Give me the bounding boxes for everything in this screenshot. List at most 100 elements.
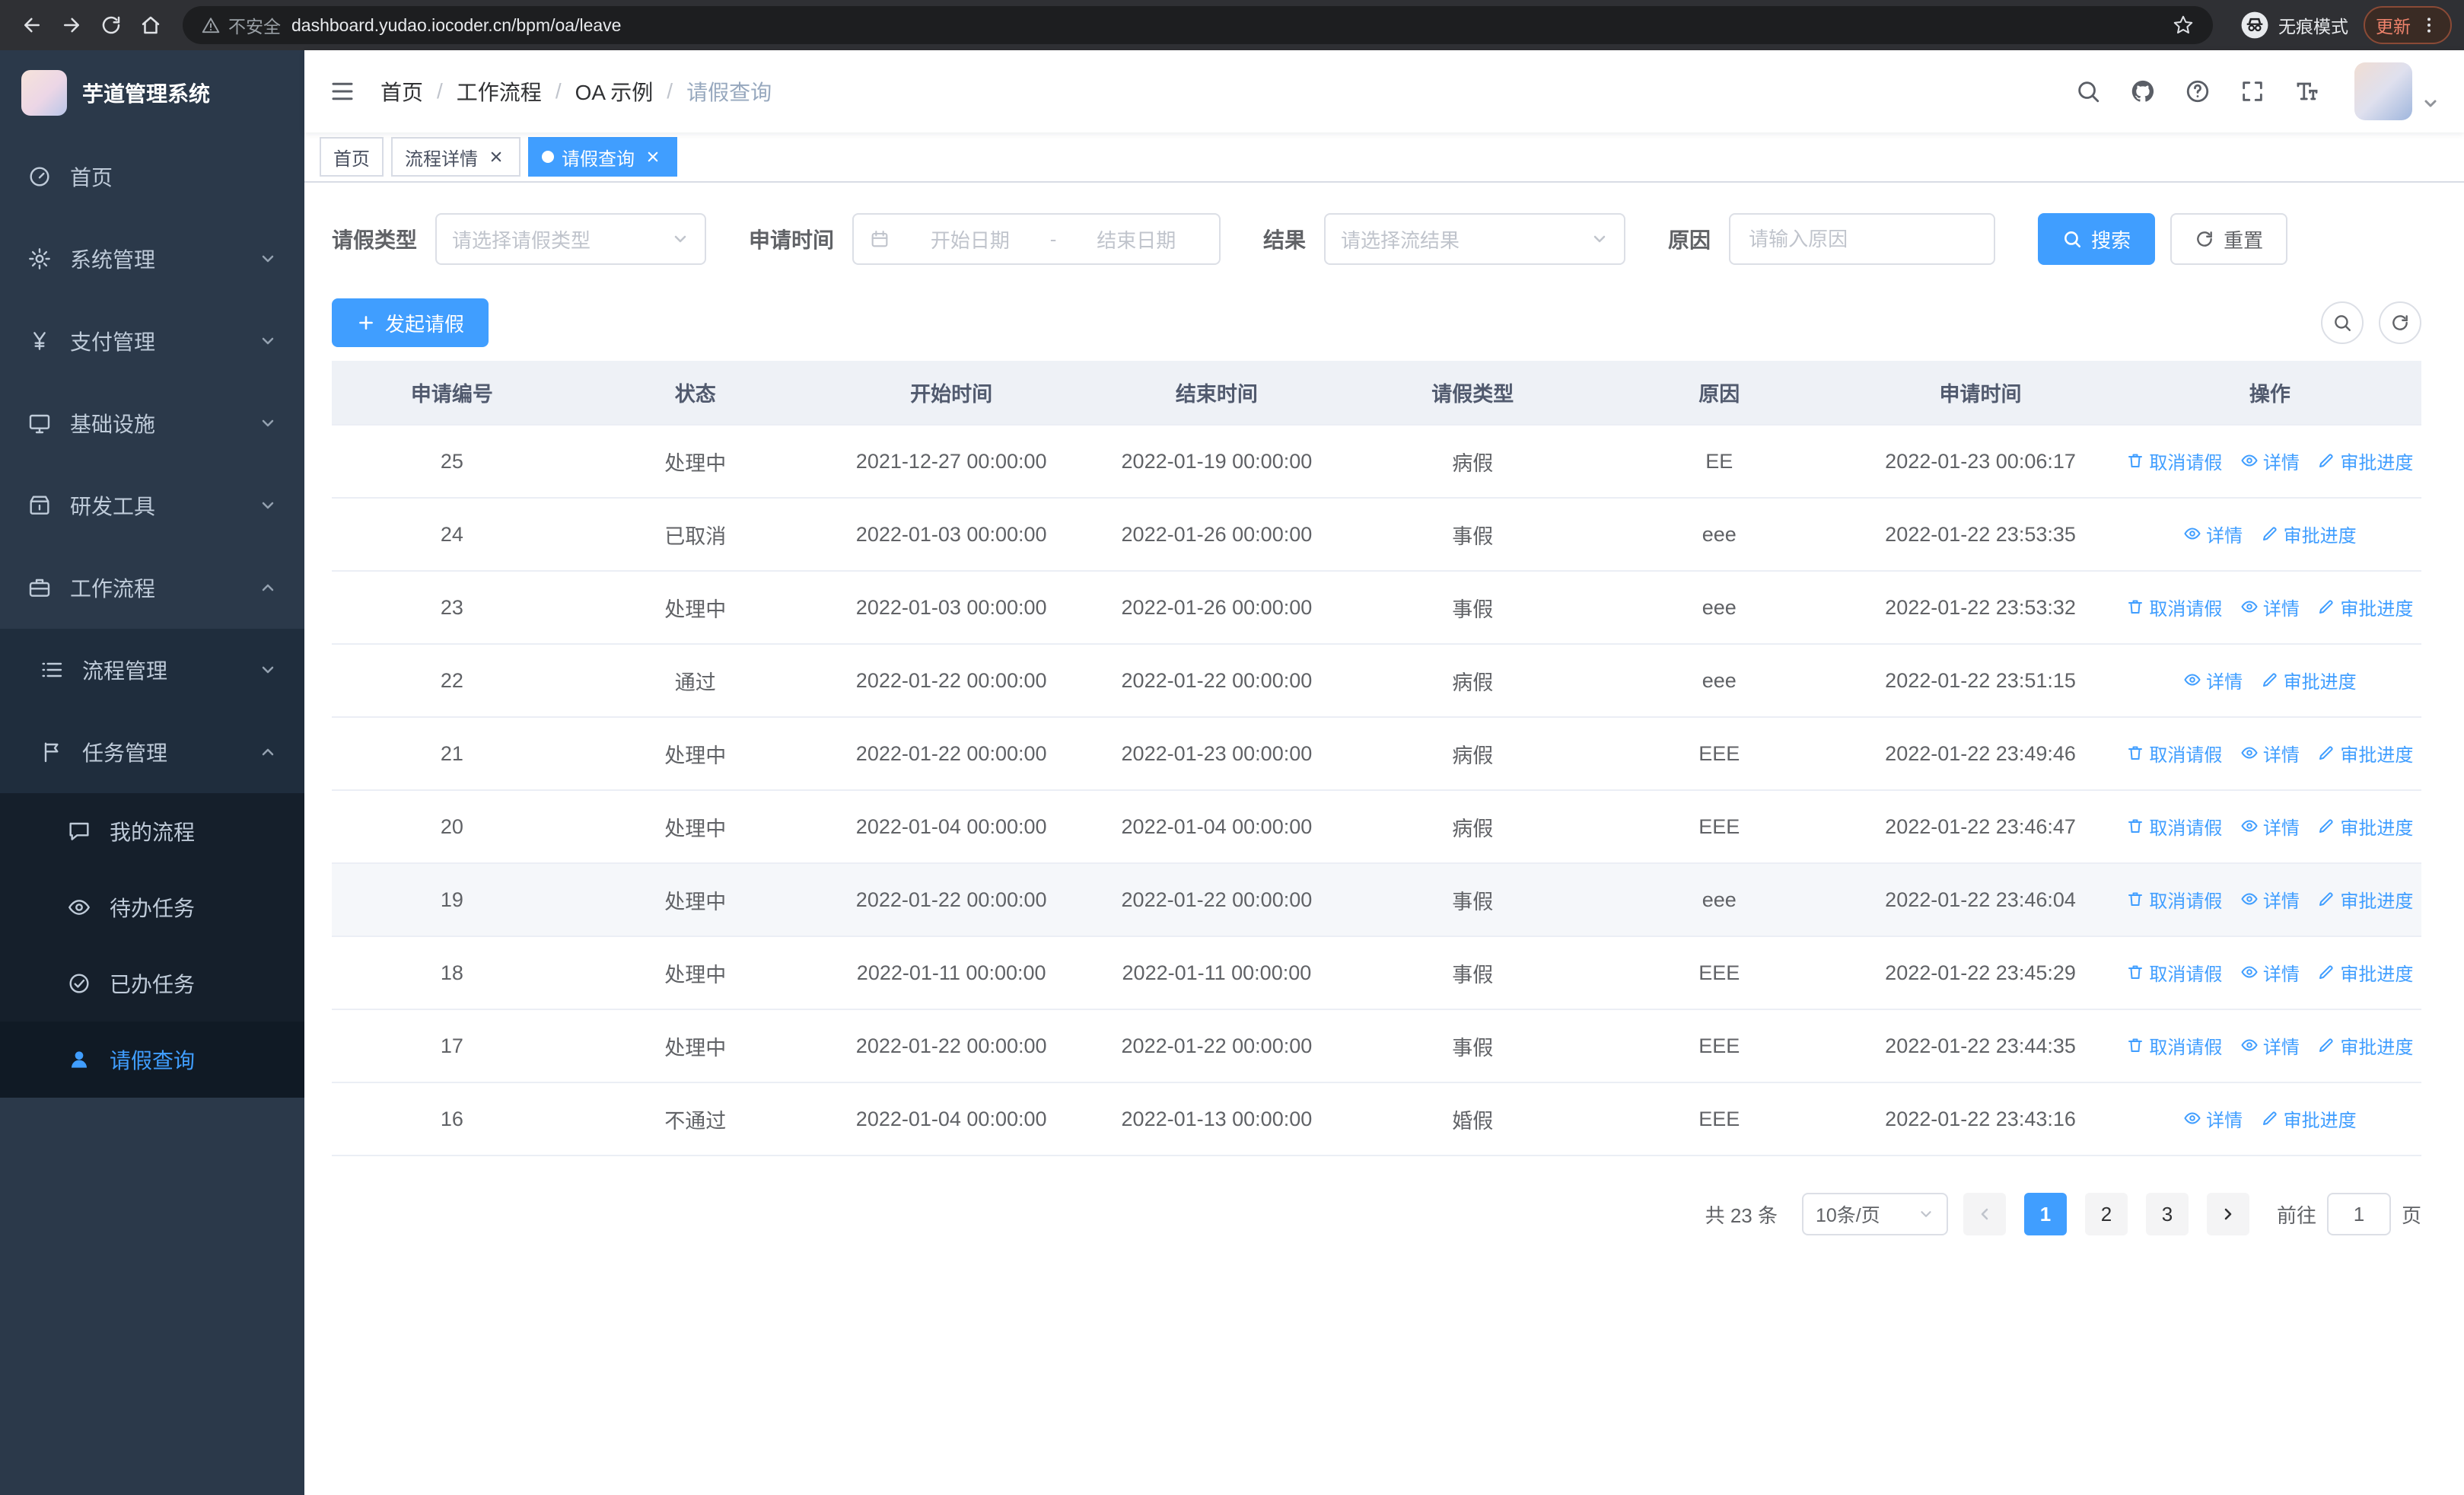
- sidebar-item-done-tasks[interactable]: 已办任务: [0, 945, 304, 1022]
- approval-progress-link[interactable]: 审批进度: [2261, 521, 2357, 547]
- app-logo[interactable]: 芋道管理系统: [0, 50, 304, 135]
- sidebar-item-devtools[interactable]: 研发工具: [0, 464, 304, 547]
- cell-status: 处理中: [571, 863, 819, 937]
- table-toolbar: 发起请假: [332, 298, 2421, 347]
- detail-link[interactable]: 详情: [2240, 886, 2300, 913]
- security-badge[interactable]: 不安全: [201, 12, 281, 38]
- apply-time-range-picker[interactable]: 开始日期 - 结束日期: [852, 213, 1221, 265]
- browser-forward-button[interactable]: [52, 5, 91, 45]
- approval-progress-link[interactable]: 审批进度: [2317, 959, 2413, 986]
- result-select[interactable]: 请选择流结果: [1324, 213, 1626, 265]
- cancel-leave-link[interactable]: 取消请假: [2126, 448, 2222, 474]
- reset-button[interactable]: 重置: [2170, 213, 2288, 265]
- cancel-leave-link[interactable]: 取消请假: [2126, 959, 2222, 986]
- close-icon[interactable]: [485, 146, 507, 167]
- browser-reload-button[interactable]: [91, 5, 131, 45]
- page-button-2[interactable]: 2: [2084, 1193, 2128, 1235]
- chevron-down-icon: [2424, 100, 2437, 107]
- breadcrumb-oa-example[interactable]: OA 示例: [575, 76, 654, 107]
- prev-page-button[interactable]: [1963, 1193, 2006, 1235]
- edit-pen-icon: [2319, 892, 2334, 907]
- approval-progress-link[interactable]: 审批进度: [2317, 886, 2413, 913]
- cancel-leave-link[interactable]: 取消请假: [2126, 1032, 2222, 1059]
- sidebar-item-task-management[interactable]: 任务管理: [0, 711, 304, 793]
- page-size-select[interactable]: 10条/页: [1801, 1193, 1948, 1235]
- approval-progress-link[interactable]: 审批进度: [2317, 594, 2413, 620]
- font-size-button[interactable]: [2284, 69, 2330, 114]
- toggle-search-button[interactable]: [2321, 301, 2364, 344]
- trash-icon: [2128, 454, 2143, 468]
- approval-progress-link[interactable]: 审批进度: [2261, 1105, 2357, 1132]
- sidebar-toggle-button[interactable]: [329, 78, 356, 105]
- sidebar-item-leave-query[interactable]: 请假查询: [0, 1022, 304, 1098]
- detail-link[interactable]: 详情: [2183, 667, 2243, 693]
- edit-pen-icon: [2319, 600, 2334, 614]
- approval-progress-link[interactable]: 审批进度: [2317, 813, 2413, 840]
- approval-progress-link[interactable]: 审批进度: [2261, 667, 2357, 693]
- cancel-leave-link[interactable]: 取消请假: [2126, 594, 2222, 620]
- sidebar-item-payment[interactable]: 支付管理: [0, 300, 304, 382]
- cell-applied: 2022-01-22 23:46:04: [1842, 863, 2119, 937]
- page-button-1[interactable]: 1: [2023, 1193, 2067, 1235]
- refresh-table-button[interactable]: [2379, 301, 2421, 344]
- bookmark-star-icon[interactable]: [2172, 14, 2195, 37]
- cell-applied: 2022-01-22 23:51:15: [1842, 644, 2119, 718]
- browser-home-button[interactable]: [131, 5, 170, 45]
- close-icon[interactable]: [642, 146, 664, 167]
- next-page-button[interactable]: [2206, 1193, 2249, 1235]
- detail-link[interactable]: 详情: [2240, 813, 2300, 840]
- header-search-button[interactable]: [2065, 69, 2111, 114]
- sidebar-item-todo-tasks[interactable]: 待办任务: [0, 869, 304, 945]
- browser-menu-button[interactable]: 更新: [2364, 6, 2452, 44]
- approval-progress-link[interactable]: 审批进度: [2317, 1032, 2413, 1059]
- sidebar-item-process-management[interactable]: 流程管理: [0, 629, 304, 711]
- tab-process-detail[interactable]: 流程详情: [391, 137, 520, 177]
- github-link-button[interactable]: [2120, 69, 2166, 114]
- sidebar-item-system[interactable]: 系统管理: [0, 218, 304, 300]
- page-button-3[interactable]: 3: [2145, 1193, 2189, 1235]
- detail-link[interactable]: 详情: [2240, 959, 2300, 986]
- edit-pen-icon: [2319, 454, 2334, 468]
- tab-home[interactable]: 首页: [320, 137, 384, 177]
- browser-back-button[interactable]: [12, 5, 52, 45]
- cell-reason: eee: [1596, 498, 1843, 572]
- breadcrumb-workflow[interactable]: 工作流程: [457, 76, 542, 107]
- detail-link[interactable]: 详情: [2183, 521, 2243, 547]
- approval-progress-link[interactable]: 审批进度: [2317, 740, 2413, 767]
- search-icon: [2064, 231, 2081, 248]
- cell-start: 2022-01-22 00:00:00: [818, 717, 1084, 791]
- detail-link[interactable]: 详情: [2240, 1032, 2300, 1059]
- detail-link[interactable]: 详情: [2240, 448, 2300, 474]
- user-avatar[interactable]: [2354, 62, 2412, 120]
- chevron-left-icon: [1981, 1208, 1988, 1220]
- task-submenu: 我的流程 待办任务 已办任务 请假查询: [0, 793, 304, 1098]
- sidebar-item-my-process[interactable]: 我的流程: [0, 793, 304, 869]
- tab-leave-query[interactable]: 请假查询: [528, 137, 677, 177]
- sidebar-item-workflow[interactable]: 工作流程: [0, 547, 304, 629]
- detail-link[interactable]: 详情: [2240, 594, 2300, 620]
- fullscreen-button[interactable]: [2230, 69, 2275, 114]
- breadcrumb-home[interactable]: 首页: [380, 76, 423, 107]
- detail-link[interactable]: 详情: [2183, 1105, 2243, 1132]
- breadcrumb-separator: /: [667, 79, 673, 103]
- create-leave-button[interactable]: 发起请假: [332, 298, 489, 347]
- goto-page-input[interactable]: [2326, 1193, 2391, 1235]
- cancel-leave-link[interactable]: 取消请假: [2126, 813, 2222, 840]
- reason-input[interactable]: [1729, 213, 1996, 265]
- chevron-down-icon: [1921, 1211, 1931, 1217]
- search-button[interactable]: 搜索: [2038, 213, 2156, 265]
- hamburger-icon: [332, 82, 353, 100]
- approval-progress-link[interactable]: 审批进度: [2317, 448, 2413, 474]
- check-circle-icon: [69, 974, 89, 993]
- cancel-leave-link[interactable]: 取消请假: [2126, 886, 2222, 913]
- detail-link[interactable]: 详情: [2240, 740, 2300, 767]
- sidebar-item-home[interactable]: 首页: [0, 135, 304, 218]
- leave-type-select[interactable]: 请选择请假类型: [435, 213, 707, 265]
- cell-type: 病假: [1349, 425, 1597, 499]
- cancel-leave-link[interactable]: 取消请假: [2126, 740, 2222, 767]
- cell-status: 通过: [571, 644, 819, 718]
- address-bar[interactable]: 不安全 dashboard.yudao.iocoder.cn/bpm/oa/le…: [183, 6, 2213, 44]
- help-button[interactable]: [2175, 69, 2220, 114]
- security-label: 不安全: [228, 17, 281, 37]
- sidebar-item-infrastructure[interactable]: 基础设施: [0, 382, 304, 464]
